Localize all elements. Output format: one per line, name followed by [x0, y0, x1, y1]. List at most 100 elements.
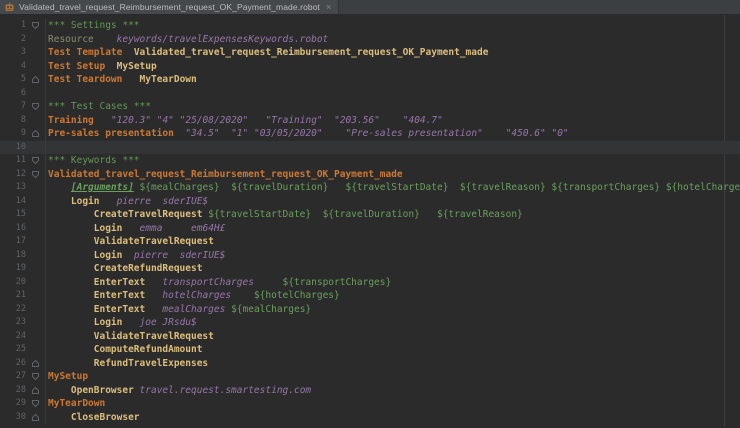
editor-tab-bar: Validated_travel_request_Reimbursement_r… [0, 0, 740, 15]
code-text: MySetup [46, 370, 88, 384]
fold-marker-icon[interactable] [26, 370, 46, 384]
fold-marker-icon[interactable] [26, 100, 46, 114]
code-line[interactable]: 29 MyTearDown [0, 397, 740, 411]
line-number: 20 [15, 276, 26, 287]
code-line[interactable]: 6 [0, 86, 740, 100]
code-line[interactable]: 3 Test Template Validated_travel_request_… [0, 46, 740, 60]
code-line[interactable]: 14 Login pierre sderIUE$ [0, 194, 740, 208]
code-line[interactable]: 4 Test Setup MySetup [0, 59, 740, 73]
code-token: ${travelStartDate} [208, 209, 312, 220]
code-line[interactable]: 25 ComputeRefundAmount [0, 343, 740, 357]
code-line[interactable]: 18 Login pierre sderIUE$ [0, 248, 740, 262]
code-token: em64H£ [191, 222, 226, 234]
code-line[interactable]: 15 CreateTravelRequest ${travelStartDate… [0, 208, 740, 222]
code-text: Login joe JRsdu$ [46, 316, 197, 330]
code-token: "120.3" [110, 114, 151, 126]
fold-marker-icon[interactable] [26, 397, 46, 411]
fold-marker-icon[interactable] [26, 19, 46, 33]
code-line[interactable]: 28 OpenBrowser travel.request.smartestin… [0, 383, 740, 397]
fold-column [26, 316, 46, 330]
code-text: Training "120.3" "4" "25/08/2020" "Train… [46, 114, 443, 128]
code-token: MySetup [48, 371, 89, 382]
code-line[interactable]: 27 MySetup [0, 370, 740, 384]
code-line[interactable]: 21 EnterText hotelCharges ${hotelCharges… [0, 289, 740, 303]
code-line[interactable]: 22 EnterText mealCharges ${mealCharges} [0, 302, 740, 317]
line-number: 13 [15, 182, 26, 192]
code-token: "203.56" [334, 114, 380, 126]
code-line[interactable]: 2 Resource keywords/travelExpensesKeyword… [0, 32, 740, 46]
code-line[interactable]: 12 Validated_travel_request_Reimbursement… [0, 167, 740, 181]
code-line[interactable]: 24 ValidateTravelRequest [0, 329, 740, 343]
line-number: 21 [15, 290, 26, 300]
code-token: "34.5" [185, 128, 220, 139]
code-text: EnterText mealCharges ${mealCharges} [46, 303, 311, 317]
code-line[interactable]: 20 EnterText transportCharges ${transpor… [0, 275, 740, 289]
fold-marker-icon[interactable] [26, 127, 46, 141]
fold-marker-icon[interactable] [26, 154, 46, 168]
fold-marker-icon[interactable] [26, 383, 46, 397]
line-number: 1 [20, 20, 26, 30]
fold-column [26, 343, 46, 357]
code-token: EnterText [93, 303, 146, 315]
code-line[interactable]: 8 Training "120.3" "4" "25/08/2020" "Trai… [0, 113, 740, 128]
code-line[interactable]: 19 CreateRefundRequest [0, 262, 740, 276]
code-token: "450.6" [505, 128, 546, 139]
code-token: MyTearDown [139, 74, 197, 85]
code-line[interactable]: 17 ValidateTravelRequest [0, 235, 740, 249]
code-token: ${transportCharges} [551, 182, 661, 193]
code-text: RefundTravelExpenses [46, 357, 208, 371]
fold-marker-icon[interactable] [26, 167, 46, 181]
file-tab[interactable]: Validated_travel_request_Reimbursement_r… [0, 0, 340, 14]
code-line[interactable]: 10 [0, 140, 740, 154]
code-line[interactable]: 1 *** Settings *** [0, 19, 740, 33]
code-line[interactable]: 23 Login joe JRsdu$ [0, 316, 740, 330]
line-number: 14 [15, 195, 26, 206]
code-token: OpenBrowser [70, 384, 134, 396]
code-text: CloseBrowser [46, 411, 140, 425]
fold-marker-icon[interactable] [26, 410, 46, 424]
fold-column [26, 221, 46, 235]
code-line[interactable]: 16 Login emma em64H£ [0, 221, 740, 236]
code-token: "0" [551, 128, 569, 139]
fold-marker-icon[interactable] [26, 73, 46, 87]
code-text: Test Template Validated_travel_request_R… [46, 46, 488, 60]
code-line[interactable]: 5 Test Teardown MyTearDown [0, 73, 740, 87]
code-line[interactable]: 9 Pre-sales presentation "34.5" "1" "03/0… [0, 127, 740, 141]
line-number: 26 [15, 357, 26, 368]
fold-marker-icon[interactable] [26, 356, 46, 370]
code-text: ComputeRefundAmount [46, 343, 203, 357]
code-line[interactable]: 7 *** Test Cases *** [0, 100, 740, 114]
code-token: Test Template [48, 47, 123, 58]
code-token: ${travelReason} [436, 209, 523, 220]
code-editor[interactable]: 1 *** Settings *** 2 Resource keywords/trav… [0, 15, 740, 427]
code-token: Login [70, 195, 100, 207]
line-number: 30 [15, 411, 26, 422]
line-number: 5 [20, 74, 26, 84]
code-token: ${travelReason} [459, 182, 546, 193]
code-text: Login emma em64H£ [46, 222, 226, 236]
code-line[interactable]: 13 [Arguments] ${mealCharges} ${travelDu… [0, 181, 740, 195]
close-icon[interactable]: × [324, 2, 331, 12]
line-number: 27 [15, 371, 26, 381]
code-token: sderIUE$ [162, 195, 209, 207]
code-line[interactable]: 26 RefundTravelExpenses [0, 356, 740, 371]
code-line[interactable]: 11 *** Keywords *** [0, 154, 740, 168]
code-line[interactable]: 30 CloseBrowser [0, 410, 740, 425]
fold-column [26, 59, 46, 73]
line-number: 17 [15, 236, 26, 246]
fold-column [26, 46, 46, 60]
